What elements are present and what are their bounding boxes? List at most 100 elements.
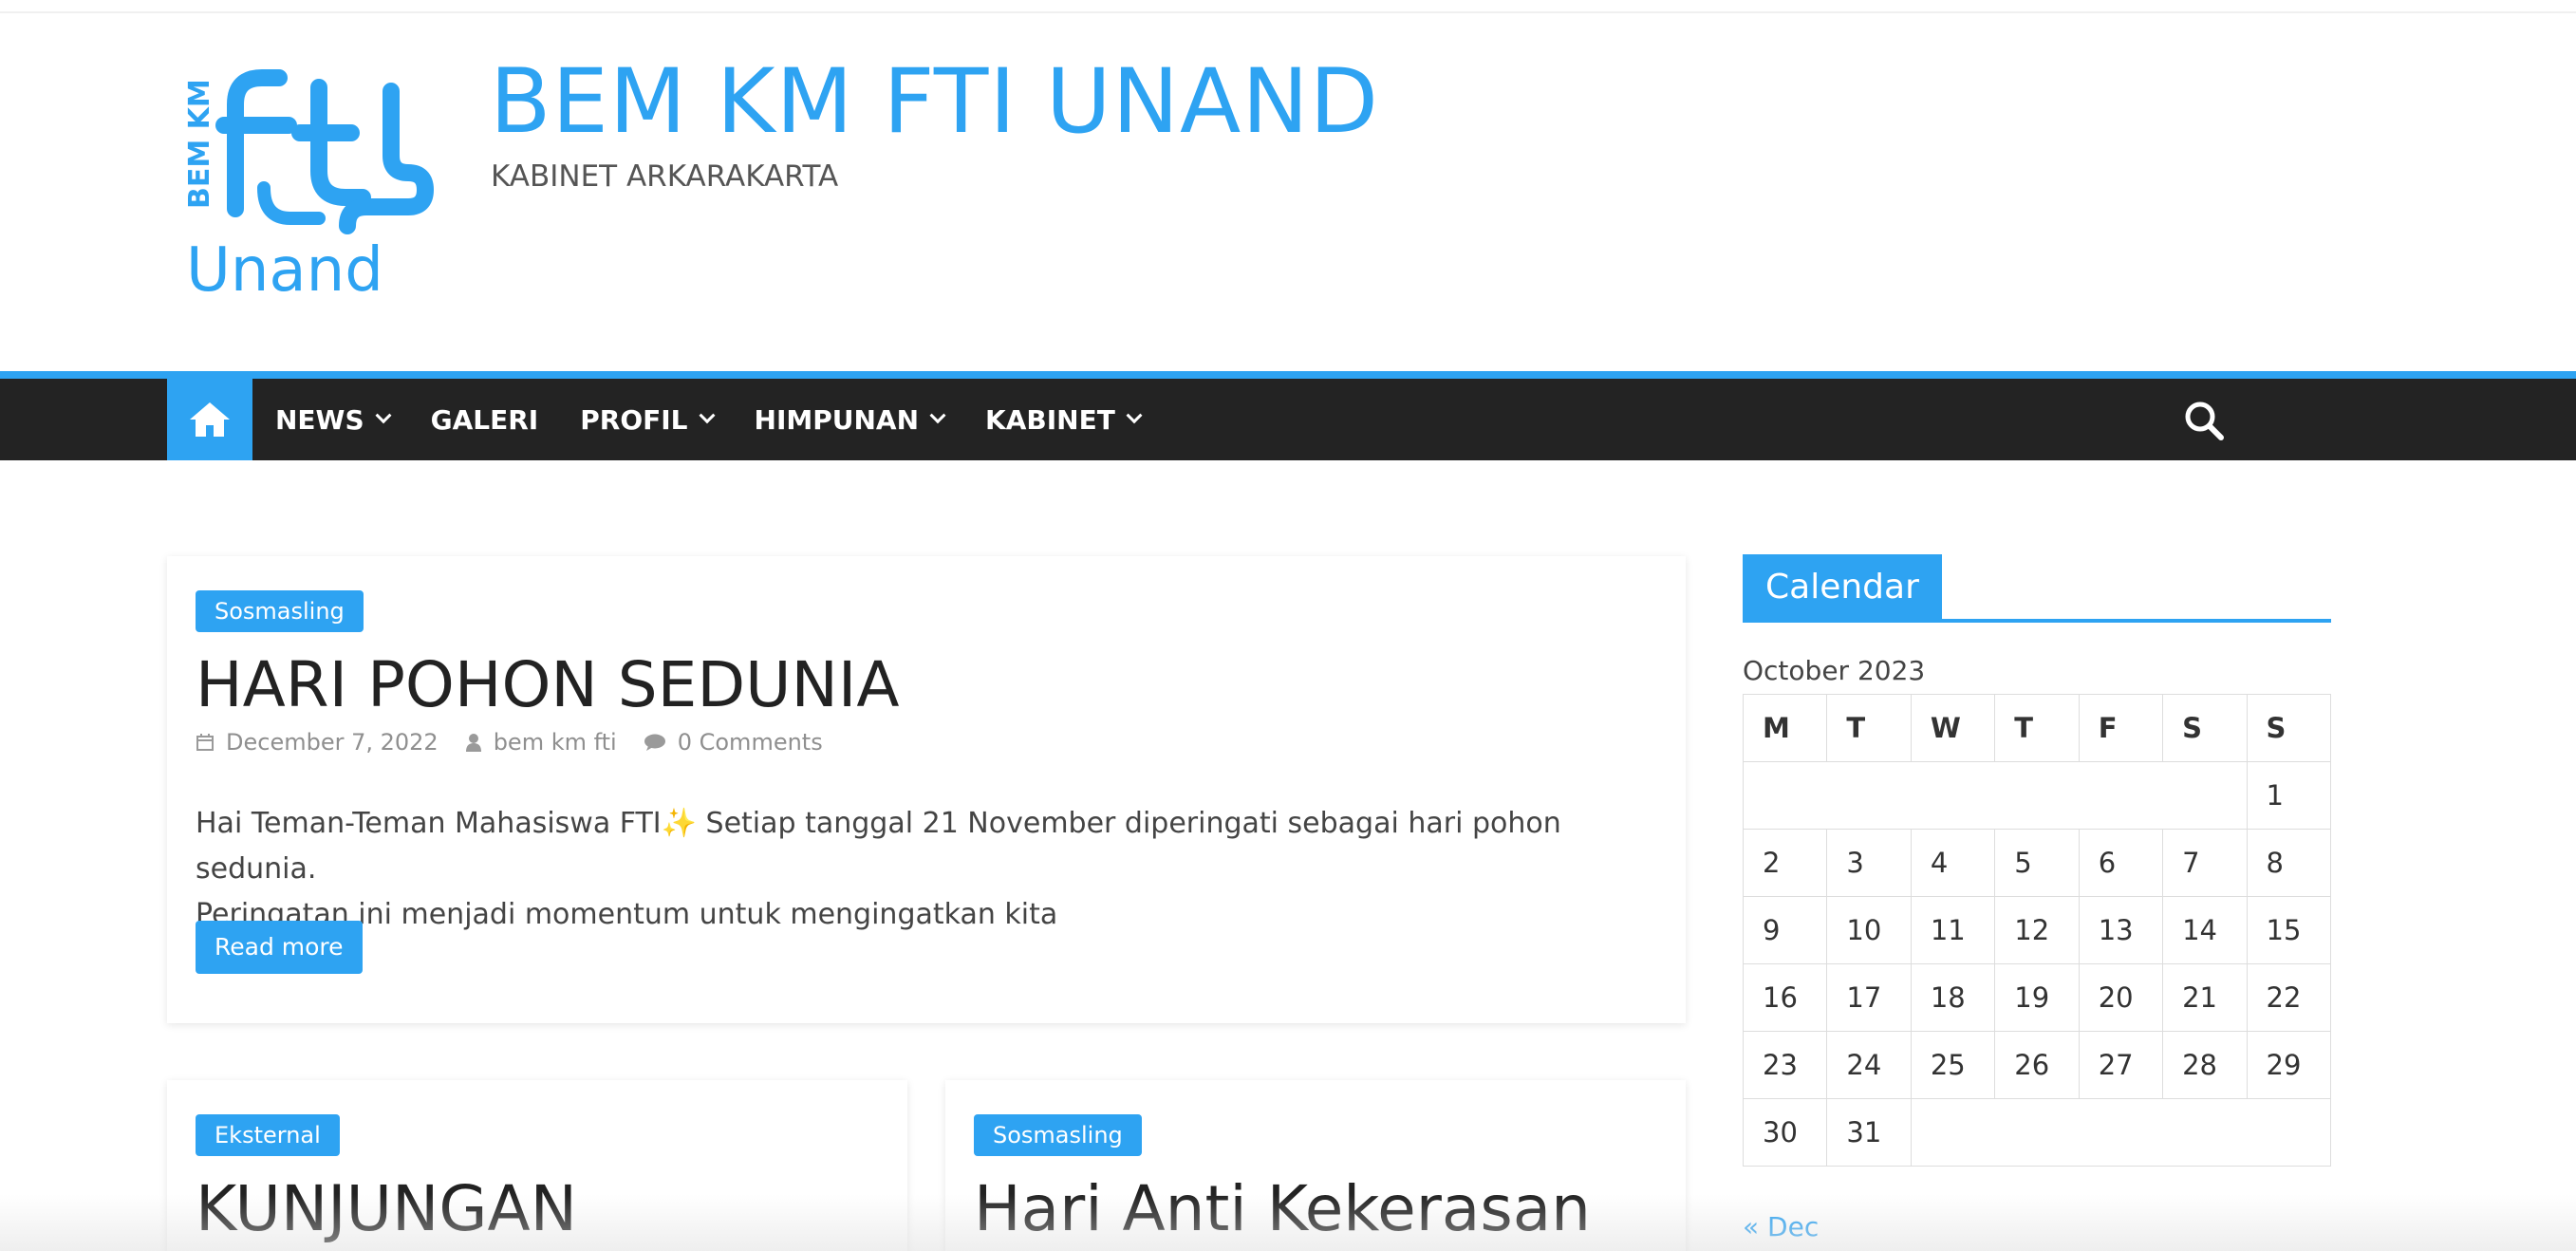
- post-title[interactable]: HARI POHON SEDUNIA: [196, 647, 899, 723]
- post-author-text: bem km fti: [493, 729, 617, 756]
- post-date[interactable]: December 7, 2022: [196, 729, 439, 756]
- calendar-day: 23: [1742, 1031, 1828, 1099]
- calendar-day: 4: [1910, 829, 1996, 897]
- calendar-week-row: 16 17 18 19 20 21 22: [1742, 963, 2332, 1032]
- calendar-day: 10: [1826, 896, 1912, 964]
- calendar-day: 22: [2246, 963, 2332, 1032]
- nav-item-label: NEWS: [275, 403, 364, 436]
- chevron-down-icon: [929, 407, 946, 424]
- post-comments-text: 0 Comments: [677, 729, 823, 756]
- calendar-pad: [1910, 1098, 2332, 1167]
- search-icon[interactable]: [2183, 400, 2225, 441]
- calendar-day: 8: [2246, 829, 2332, 897]
- post-meta: December 7, 2022 bem km fti 0 Comments: [196, 729, 849, 756]
- calendar-weekday-row: M T W T F S S: [1742, 694, 2332, 762]
- category-badge[interactable]: Sosmasling: [974, 1114, 1142, 1156]
- post-comments[interactable]: 0 Comments: [644, 729, 823, 756]
- weekday-header: T: [1994, 694, 2080, 762]
- calendar-day: 9: [1742, 896, 1828, 964]
- nav-item-label: HIMPUNAN: [754, 403, 920, 436]
- post-card: Sosmasling Hari Anti Kekerasan: [945, 1080, 1686, 1251]
- calendar-prev-month-link[interactable]: « Dec: [1743, 1211, 1819, 1242]
- site-description: KABINET ARKARAKARTA: [491, 159, 839, 194]
- calendar-day: 24: [1826, 1031, 1912, 1099]
- calendar-day: 26: [1994, 1031, 2080, 1099]
- chevron-down-icon: [699, 407, 716, 424]
- calendar-day: 14: [2162, 896, 2248, 964]
- category-badge[interactable]: Eksternal: [196, 1114, 340, 1156]
- calendar-day: 1: [2246, 761, 2332, 830]
- calendar-icon: [196, 734, 214, 751]
- calendar-table: M T W T F S S 1 2 3 4 5 6 7 8 9 10 11 12…: [1742, 694, 2332, 1167]
- nav-item-kabinet[interactable]: KABINET: [964, 379, 1161, 460]
- nav-item-galeri[interactable]: GALERI: [410, 379, 560, 460]
- calendar-day: 12: [1994, 896, 2080, 964]
- weekday-header: W: [1910, 694, 1996, 762]
- calendar-day: 30: [1742, 1098, 1828, 1167]
- calendar-week-row: 30 31: [1742, 1098, 2332, 1167]
- nav-item-label: GALERI: [430, 403, 539, 436]
- nav-home-button[interactable]: [167, 379, 252, 460]
- post-excerpt: Hai Teman-Teman Mahasiswa FTI✨ Setiap ta…: [196, 801, 1657, 938]
- post-title[interactable]: KUNJUNGAN: [196, 1171, 577, 1247]
- nav-item-label: PROFIL: [580, 403, 688, 436]
- site-title[interactable]: BEM KM FTI UNAND: [490, 49, 1379, 156]
- nav-menu: NEWS GALERI PROFIL HIMPUNAN KABINET: [254, 379, 1161, 460]
- read-more-button[interactable]: Read more: [196, 921, 363, 974]
- calendar-day: 6: [2078, 829, 2164, 897]
- calendar-week-row: 23 24 25 26 27 28 29: [1742, 1031, 2332, 1099]
- nav-item-profil[interactable]: PROFIL: [559, 379, 733, 460]
- calendar-day: 19: [1994, 963, 2080, 1032]
- post-excerpt-line: Peringatan ini menjadi momentum untuk me…: [196, 898, 1058, 931]
- nav-accent-border: [0, 371, 2576, 379]
- site-logo[interactable]: BEM KM Unand: [177, 66, 446, 298]
- post-date-text: December 7, 2022: [226, 729, 439, 756]
- category-badge[interactable]: Sosmasling: [196, 590, 364, 632]
- calendar-week-row: 9 10 11 12 13 14 15: [1742, 896, 2332, 964]
- nav-item-news[interactable]: NEWS: [254, 379, 410, 460]
- calendar-day: 21: [2162, 963, 2248, 1032]
- comment-icon: [644, 734, 665, 751]
- calendar-day: 11: [1910, 896, 1996, 964]
- calendar-day: 31: [1826, 1098, 1912, 1167]
- calendar-widget-header: Calendar: [1743, 554, 2331, 623]
- calendar-day: 25: [1910, 1031, 1996, 1099]
- calendar-day: 2: [1742, 829, 1828, 897]
- calendar-day: 28: [2162, 1031, 2248, 1099]
- widget-title: Calendar: [1743, 554, 1942, 621]
- calendar-day: 15: [2246, 896, 2332, 964]
- calendar-day: 17: [1826, 963, 1912, 1032]
- user-icon: [465, 734, 481, 752]
- calendar-day: 20: [2078, 963, 2164, 1032]
- post-excerpt-line: Hai Teman-Teman Mahasiswa FTI✨ Setiap ta…: [196, 807, 1561, 886]
- logo-bem-km-text: BEM KM: [183, 79, 216, 209]
- weekday-header: M: [1742, 694, 1828, 762]
- top-divider: [0, 11, 2576, 13]
- calendar-day: 27: [2078, 1031, 2164, 1099]
- calendar-day: 5: [1994, 829, 2080, 897]
- calendar-day: 16: [1742, 963, 1828, 1032]
- weekday-header: T: [1826, 694, 1912, 762]
- chevron-down-icon: [375, 407, 392, 424]
- nav-item-label: KABINET: [985, 403, 1115, 436]
- main-navigation: NEWS GALERI PROFIL HIMPUNAN KABINET: [0, 379, 2576, 460]
- calendar-pad: [1743, 761, 2248, 830]
- weekday-header: S: [2246, 694, 2332, 762]
- calendar-caption: October 2023: [1743, 655, 1926, 686]
- calendar-day: 3: [1826, 829, 1912, 897]
- post-author[interactable]: bem km fti: [465, 729, 617, 756]
- post-title[interactable]: Hari Anti Kekerasan: [974, 1171, 1591, 1247]
- post-card: Eksternal KUNJUNGAN: [167, 1080, 907, 1251]
- calendar-week-row: 1: [1743, 761, 2332, 830]
- calendar-week-row: 2 3 4 5 6 7 8: [1742, 829, 2332, 897]
- chevron-down-icon: [1126, 407, 1143, 424]
- calendar-day: 7: [2162, 829, 2248, 897]
- featured-post-card: Sosmasling HARI POHON SEDUNIA December 7…: [167, 556, 1686, 1023]
- weekday-header: S: [2162, 694, 2248, 762]
- calendar-day: 18: [1910, 963, 1996, 1032]
- weekday-header: F: [2078, 694, 2164, 762]
- nav-item-himpunan[interactable]: HIMPUNAN: [734, 379, 965, 460]
- calendar-day: 29: [2246, 1031, 2332, 1099]
- calendar-day: 13: [2078, 896, 2164, 964]
- home-icon: [190, 402, 230, 437]
